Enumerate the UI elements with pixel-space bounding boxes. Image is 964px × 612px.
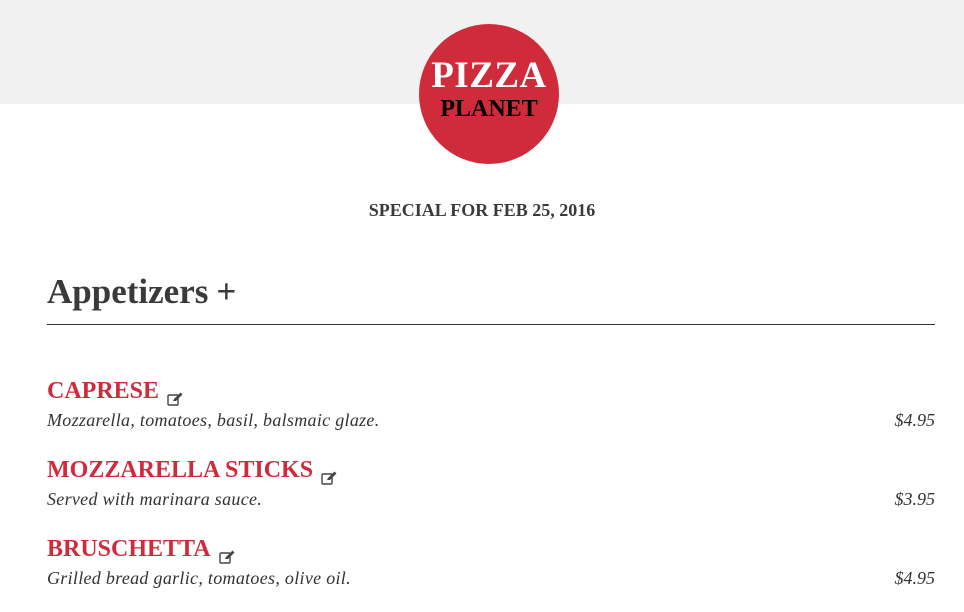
menu-item: BRUSCHETTA Grilled bread garlic, tomatoe… — [47, 533, 935, 612]
edit-icon[interactable] — [321, 464, 337, 486]
menu-item-price: $4.95 — [894, 568, 936, 588]
menu-page: PIZZA PLANET SPECIAL FOR FEB 25, 2016 Ap… — [0, 0, 964, 612]
menu-item-description: Mozzarella, tomatoes, basil, balsmaic gl… — [47, 410, 380, 430]
menu-item-list: CAPRESE Mozzarella, tomatoes, basil, bal… — [47, 375, 935, 612]
menu-item-price: $4.95 — [894, 410, 936, 430]
edit-icon[interactable] — [167, 385, 183, 407]
pizza-planet-logo[interactable]: PIZZA PLANET — [419, 24, 559, 164]
menu-item-description: Grilled bread garlic, tomatoes, olive oi… — [47, 568, 351, 588]
menu-item-name: MOZZARELLA STICKS — [47, 457, 314, 483]
menu-item-price: $3.95 — [894, 489, 936, 509]
edit-icon[interactable] — [218, 543, 235, 565]
section-toggle-appetizers[interactable]: Appetizers + — [47, 272, 236, 311]
menu-item-name: CAPRESE — [47, 378, 160, 404]
menu-item: CAPRESE Mozzarella, tomatoes, basil, bal… — [47, 375, 935, 454]
logo-line1: PIZZA — [431, 55, 547, 96]
section-title: Appetizers — [47, 272, 209, 311]
logo-line2: PLANET — [440, 96, 538, 122]
menu-item-description: Served with marinara sauce. — [47, 489, 263, 509]
expand-icon: + — [216, 272, 237, 311]
section-header-appetizers: Appetizers + — [47, 270, 935, 325]
special-date-label: SPECIAL FOR FEB 25, 2016 — [368, 200, 596, 220]
menu-item-name: BRUSCHETTA — [47, 536, 211, 562]
menu-item: MOZZARELLA STICKS Served with marinara s… — [47, 454, 935, 533]
